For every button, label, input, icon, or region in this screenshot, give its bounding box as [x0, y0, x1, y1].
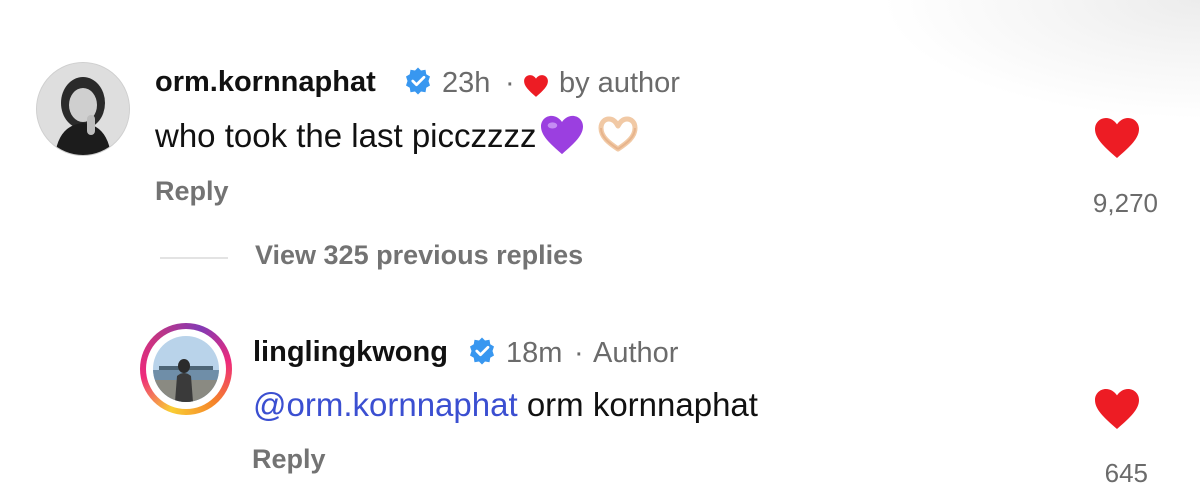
author-badge: Author [593, 337, 679, 369]
liked-by-author-label: by author [559, 67, 680, 99]
purple-heart-icon [540, 116, 583, 155]
like-heart-icon[interactable] [1093, 116, 1141, 160]
verified-badge-icon [470, 337, 494, 365]
comment-username[interactable]: linglingkwong [253, 336, 448, 369]
heart-icon [524, 75, 548, 97]
comment-username[interactable]: orm.kornnaphat [155, 66, 376, 99]
meta-separator: · [505, 67, 515, 99]
reply-button[interactable]: Reply [252, 444, 326, 475]
like-count: 645 [1104, 458, 1148, 488]
background-glow [880, 0, 1200, 120]
avatar-photo [37, 63, 129, 155]
comment-timestamp: 18m [506, 337, 563, 369]
like-count: 9,270 [1092, 188, 1158, 218]
avatar[interactable] [153, 336, 219, 402]
heart-hands-icon [598, 116, 637, 152]
verified-badge-icon [406, 67, 430, 95]
comment-timestamp: 23h [442, 67, 491, 99]
avatar[interactable] [36, 62, 130, 156]
avatar-photo [153, 336, 219, 402]
like-heart-icon[interactable] [1093, 387, 1141, 431]
comment-text: who took the last picczzzz [155, 116, 643, 156]
thread-divider [160, 257, 228, 259]
mention-link[interactable]: @orm.kornnaphat [253, 386, 518, 423]
comment-body: who took the last picczzzz [155, 117, 537, 154]
comment-text: @orm.kornnaphat orm kornnaphat [253, 386, 758, 424]
reply-button[interactable]: Reply [155, 176, 229, 207]
meta-separator: · [574, 337, 584, 369]
view-previous-replies-button[interactable]: View 325 previous replies [255, 240, 583, 271]
comment-body: orm kornnaphat [526, 386, 758, 423]
